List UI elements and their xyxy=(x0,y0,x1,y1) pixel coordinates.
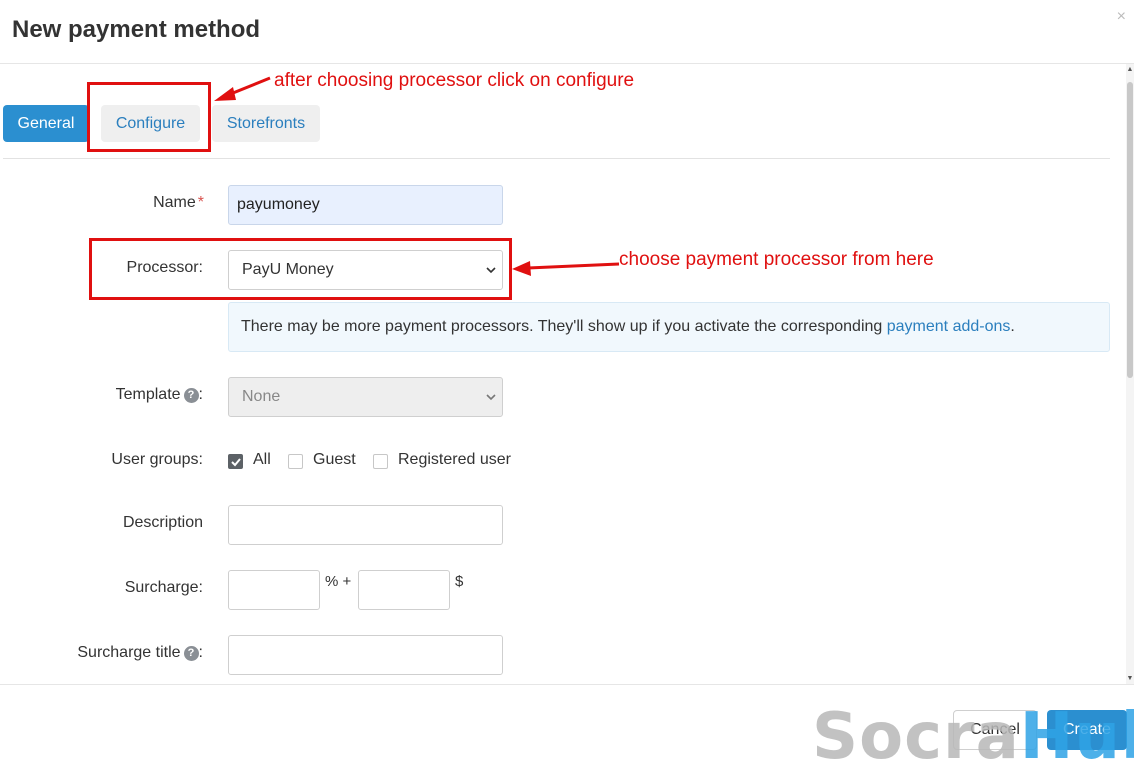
annotation-arrows xyxy=(214,76,620,276)
processor-arrow xyxy=(512,261,620,276)
configure-arrow xyxy=(214,76,271,101)
